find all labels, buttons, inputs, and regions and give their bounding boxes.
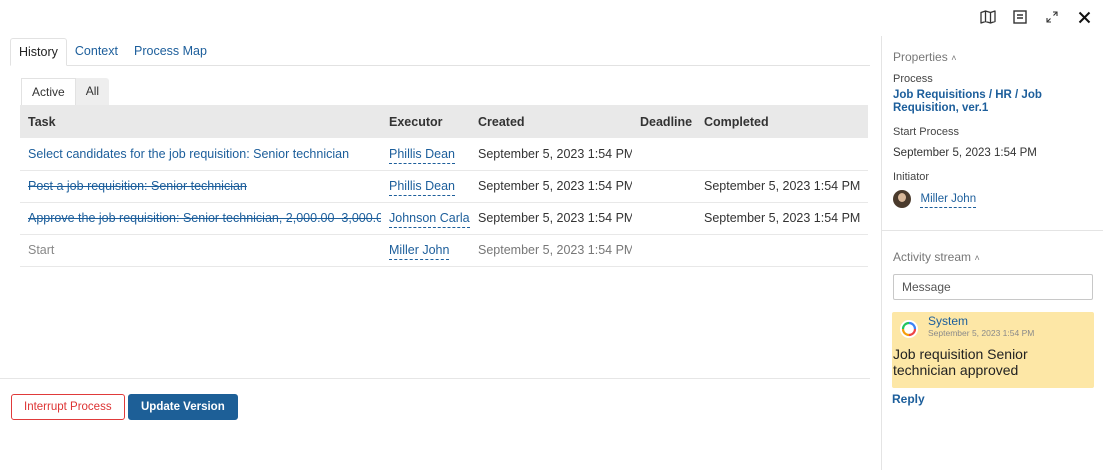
completed-cell: September 5, 2023 1:54 PM	[696, 170, 868, 203]
activity-text: Job requisition Senior technician approv…	[893, 346, 1028, 378]
created-cell: September 5, 2023 1:54 PM	[470, 138, 632, 171]
task-link[interactable]: Select candidates for the job requisitio…	[28, 147, 349, 161]
task-cell: Start	[20, 234, 381, 267]
side-panel: Properties ˄ Process Job Requisitions / …	[881, 36, 1103, 470]
subtab-active[interactable]: Active	[21, 78, 76, 105]
activity-timestamp: September 5, 2023 1:54 PM	[928, 328, 1035, 338]
chevron-up-icon: ˄	[951, 53, 957, 63]
tab-context[interactable]: Context	[67, 38, 126, 65]
created-cell: September 5, 2023 1:54 PM	[470, 234, 632, 267]
executor-link[interactable]: Phillis Dean	[389, 179, 456, 196]
map-icon[interactable]	[979, 8, 997, 26]
created-cell: September 5, 2023 1:54 PM	[470, 170, 632, 203]
completed-cell	[696, 138, 868, 171]
process-link[interactable]: Job Requisitions / HR / Job Requisition,…	[893, 89, 1098, 115]
save-icon[interactable]	[1011, 8, 1029, 26]
properties-title: Properties	[893, 50, 948, 64]
start-process-value: September 5, 2023 1:54 PM	[893, 147, 1037, 159]
column-header-task[interactable]: Task	[20, 105, 381, 138]
top-icon-group	[979, 8, 1093, 26]
deadline-cell	[632, 202, 696, 235]
close-icon[interactable]	[1075, 8, 1093, 26]
executor-link[interactable]: Johnson Carla	[389, 211, 470, 228]
executor-cell: Phillis Dean	[381, 170, 470, 203]
executor-cell: Phillis Dean	[381, 138, 470, 171]
expand-icon[interactable]	[1043, 8, 1061, 26]
history-table: Task Executor Created Deadline Completed…	[20, 105, 868, 267]
system-logo-icon	[900, 320, 918, 338]
task-link[interactable]: Approve the job requisition: Senior tech…	[28, 211, 381, 225]
executor-cell: Miller John	[381, 234, 470, 267]
chevron-up-icon: ˄	[974, 253, 980, 263]
divider	[882, 230, 1103, 231]
executor-link[interactable]: Phillis Dean	[389, 146, 456, 164]
task-cell[interactable]: Post a job requisition: Senior technicia…	[20, 170, 381, 203]
tab-history[interactable]: History	[10, 38, 67, 66]
initiator-row: Miller John	[893, 190, 977, 209]
deadline-cell	[632, 234, 696, 267]
task-cell[interactable]: Select candidates for the job requisitio…	[20, 138, 381, 171]
deadline-cell	[632, 138, 696, 171]
table-row: Approve the job requisition: Senior tech…	[20, 202, 868, 235]
executor-link[interactable]: Miller John	[389, 243, 450, 260]
deadline-cell	[632, 170, 696, 203]
subtab-all[interactable]: All	[76, 78, 109, 105]
subtab-bar: Active All	[21, 78, 110, 105]
table-header-row: Task Executor Created Deadline Completed	[20, 105, 868, 138]
top-bar	[0, 0, 1103, 36]
activity-stream-title: Activity stream	[893, 250, 972, 264]
tab-process-map[interactable]: Process Map	[126, 38, 215, 65]
table-row: Post a job requisition: Senior technicia…	[20, 170, 868, 203]
activity-entry-card: System September 5, 2023 1:54 PM Job req…	[892, 312, 1094, 388]
created-cell: September 5, 2023 1:54 PM	[470, 202, 632, 235]
completed-cell	[696, 234, 868, 267]
executor-cell: Johnson Carla	[381, 202, 470, 235]
activity-stream-header[interactable]: Activity stream ˄	[893, 250, 980, 264]
process-label: Process	[893, 73, 933, 85]
avatar	[893, 190, 911, 208]
task-label: Start	[28, 243, 55, 257]
footer-bar: Interrupt Process Update Version	[0, 378, 870, 432]
completed-cell: September 5, 2023 1:54 PM	[696, 202, 868, 235]
interrupt-process-button[interactable]: Interrupt Process	[11, 394, 125, 420]
update-version-button[interactable]: Update Version	[128, 394, 238, 420]
table-row: Select candidates for the job requisitio…	[20, 138, 868, 171]
properties-header[interactable]: Properties ˄	[893, 50, 956, 64]
column-header-created[interactable]: Created	[470, 105, 632, 138]
column-header-executor[interactable]: Executor	[381, 105, 470, 138]
task-link[interactable]: Post a job requisition: Senior technicia…	[28, 179, 247, 193]
task-cell[interactable]: Approve the job requisition: Senior tech…	[20, 202, 381, 235]
reply-link[interactable]: Reply	[892, 392, 925, 406]
message-input[interactable]	[893, 274, 1093, 300]
tab-bar: History Context Process Map	[10, 38, 870, 66]
column-header-completed[interactable]: Completed	[696, 105, 868, 138]
column-header-deadline[interactable]: Deadline	[632, 105, 696, 138]
table-row: Start Miller John September 5, 2023 1:54…	[20, 234, 868, 267]
initiator-link[interactable]: Miller John	[920, 193, 977, 209]
initiator-label: Initiator	[893, 171, 930, 183]
start-process-label: Start Process	[893, 126, 960, 138]
activity-author[interactable]: System	[928, 314, 968, 328]
